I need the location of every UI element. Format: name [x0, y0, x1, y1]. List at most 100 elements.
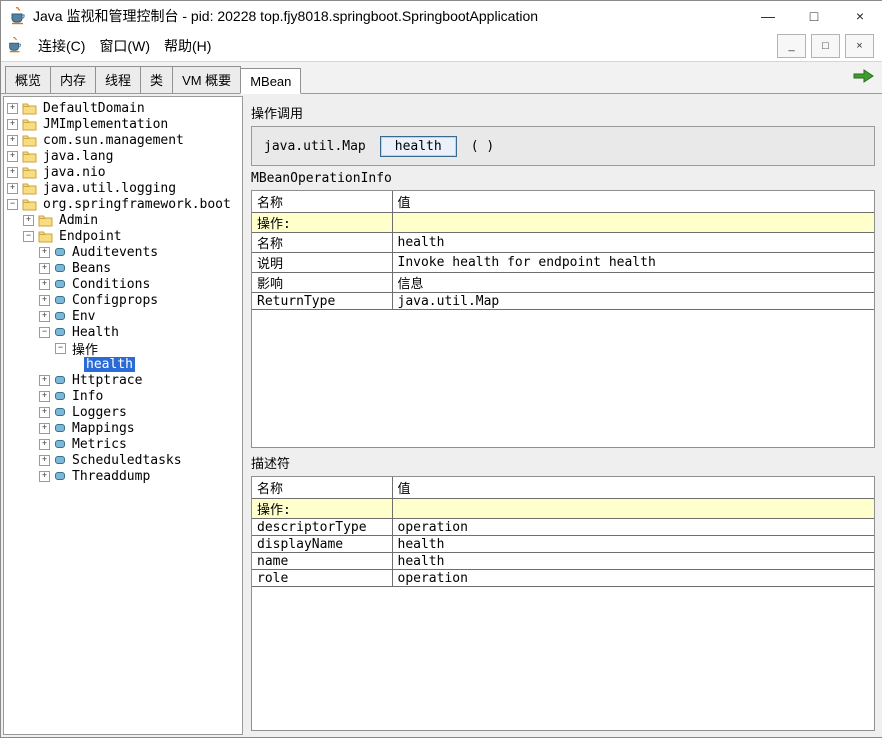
expand-icon[interactable]: + [39, 407, 50, 418]
tab-mbeans[interactable]: MBean [240, 68, 301, 94]
mdi-restore-icon[interactable]: □ [811, 34, 840, 58]
tree-item-java-lang[interactable]: +java.lang [4, 148, 242, 164]
tree-item-jmimplementation[interactable]: +JMImplementation [4, 116, 242, 132]
tree-item-admin[interactable]: +Admin [4, 212, 242, 228]
value-cell[interactable]: operation [392, 570, 874, 587]
tree-item-beans[interactable]: +Beans [4, 260, 242, 276]
tree-item-java-nio[interactable]: +java.nio [4, 164, 242, 180]
menu-window[interactable]: 窗口(W) [92, 32, 157, 60]
column-header-0[interactable]: 名称 [252, 191, 392, 213]
expand-icon[interactable]: + [7, 183, 18, 194]
expand-icon[interactable]: + [39, 375, 50, 386]
name-cell[interactable]: 说明 [252, 253, 392, 273]
tree-item-label: Httptrace [70, 373, 144, 388]
value-cell[interactable]: operation [392, 519, 874, 536]
tree-item-label: java.util.logging [41, 181, 178, 196]
expand-icon[interactable]: + [39, 439, 50, 450]
column-header-1[interactable]: 值 [392, 191, 874, 213]
bean-icon [54, 454, 66, 466]
expand-icon[interactable]: + [39, 391, 50, 402]
tab-overview[interactable]: 概览 [5, 66, 51, 93]
tree-item-label: Info [70, 389, 105, 404]
name-cell[interactable]: ReturnType [252, 293, 392, 310]
maximize-icon[interactable]: □ [791, 1, 837, 31]
value-cell[interactable]: health [392, 233, 874, 253]
tree-item-com-sun-management[interactable]: +com.sun.management [4, 132, 242, 148]
menu-connection[interactable]: 连接(C) [31, 32, 92, 60]
tree-item-endpoint[interactable]: −Endpoint [4, 228, 242, 244]
collapse-icon[interactable]: − [23, 231, 34, 242]
column-header-1[interactable]: 值 [392, 477, 874, 499]
folder-icon [22, 198, 37, 211]
tab-classes[interactable]: 类 [140, 66, 173, 93]
name-cell[interactable]: descriptorType [252, 519, 392, 536]
column-header-0[interactable]: 名称 [252, 477, 392, 499]
tree-item-mappings[interactable]: +Mappings [4, 420, 242, 436]
mdi-close-icon[interactable]: × [845, 34, 874, 58]
close-icon[interactable]: × [837, 1, 882, 31]
tree-item-env[interactable]: +Env [4, 308, 242, 324]
connection-status-icon[interactable] [853, 69, 875, 83]
expand-icon[interactable]: + [7, 151, 18, 162]
expand-icon[interactable]: + [7, 119, 18, 130]
tree-item-httptrace[interactable]: + Httptrace [4, 372, 242, 388]
expand-icon[interactable]: + [7, 135, 18, 146]
tree-item-org-springframework-boot[interactable]: −org.springframework.boot [4, 196, 242, 212]
collapse-icon[interactable]: − [39, 327, 50, 338]
expand-icon[interactable]: + [39, 295, 50, 306]
tree-item-loggers[interactable]: +Loggers [4, 404, 242, 420]
menu-help[interactable]: 帮助(H) [157, 32, 218, 60]
expand-icon[interactable]: + [39, 471, 50, 482]
name-cell[interactable]: role [252, 570, 392, 587]
value-cell[interactable]: health [392, 536, 874, 553]
tree-item-scheduledtasks[interactable]: + Scheduledtasks [4, 452, 242, 468]
tree-item-health-operation[interactable]: health [4, 356, 242, 372]
tab-memory[interactable]: 内存 [50, 66, 96, 93]
name-cell[interactable]: 操作: [252, 213, 392, 233]
tree-item-java-util-logging[interactable]: + java.util.logging [4, 180, 242, 196]
collapse-icon[interactable]: − [7, 199, 18, 210]
value-cell[interactable] [392, 213, 874, 233]
tree-item-health[interactable]: −Health [4, 324, 242, 340]
expand-icon[interactable]: + [39, 279, 50, 290]
value-cell[interactable]: Invoke health for endpoint health [392, 253, 874, 273]
expand-icon[interactable]: + [39, 455, 50, 466]
expand-icon[interactable]: + [39, 263, 50, 274]
tree-item-conditions[interactable]: +Conditions [4, 276, 242, 292]
expand-icon[interactable]: + [7, 167, 18, 178]
expand-icon[interactable]: + [23, 215, 34, 226]
operation-return-type: java.util.Map [264, 139, 366, 154]
tree-item-threaddump[interactable]: +Threaddump [4, 468, 242, 484]
mdi-window-controls: _ □ × [777, 34, 879, 58]
expand-icon[interactable]: + [39, 311, 50, 322]
mdi-minimize-icon[interactable]: _ [777, 34, 806, 58]
value-cell[interactable]: 信息 [392, 273, 874, 293]
expand-icon[interactable]: + [7, 103, 18, 114]
expand-icon[interactable]: + [39, 423, 50, 434]
tree-item-operations[interactable]: −操作 [4, 340, 242, 356]
tab-vm-summary[interactable]: VM 概要 [172, 66, 241, 93]
name-cell[interactable]: displayName [252, 536, 392, 553]
tree-item-metrics[interactable]: +Metrics [4, 436, 242, 452]
descriptor-panel: 名称值 操作:descriptorTypeoperationdisplayNam… [251, 476, 875, 731]
tree-item-configprops[interactable]: +Configprops [4, 292, 242, 308]
tree-item-defaultdomain[interactable]: +DefaultDomain [4, 100, 242, 116]
name-cell[interactable]: name [252, 553, 392, 570]
tree-item-auditevents[interactable]: +Auditevents [4, 244, 242, 260]
name-cell[interactable]: 影响 [252, 273, 392, 293]
tab-threads[interactable]: 线程 [95, 66, 141, 93]
value-cell[interactable]: java.util.Map [392, 293, 874, 310]
invoke-health-button[interactable]: health [380, 136, 457, 157]
bean-icon [54, 374, 66, 386]
tree-item-label: Scheduledtasks [70, 453, 184, 468]
value-cell[interactable]: health [392, 553, 874, 570]
collapse-icon[interactable]: − [55, 343, 66, 354]
name-cell[interactable]: 操作: [252, 499, 392, 519]
expand-icon[interactable]: + [39, 247, 50, 258]
minimize-icon[interactable]: — [745, 1, 791, 31]
tree-item-info[interactable]: + Info [4, 388, 242, 404]
operation-info-panel: 名称值 操作:名称health说明Invoke health for endpo… [251, 190, 875, 448]
name-cell[interactable]: 名称 [252, 233, 392, 253]
value-cell[interactable] [392, 499, 874, 519]
title-bar[interactable]: Java 监视和管理控制台 - pid: 20228 top.fjy8018.s… [1, 1, 882, 31]
